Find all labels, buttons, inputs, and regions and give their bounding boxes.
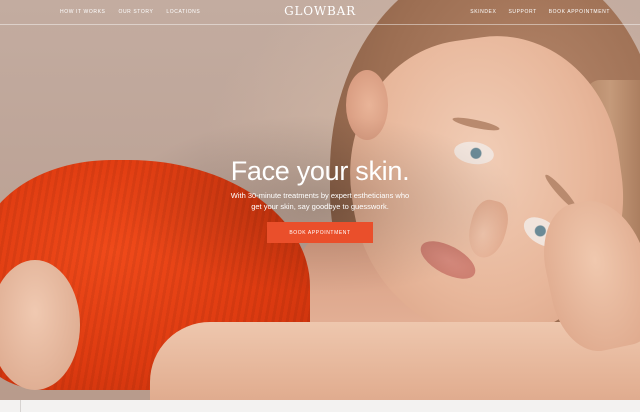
nav-link-how-it-works[interactable]: HOW IT WORKS xyxy=(60,9,105,15)
brand-logo[interactable]: GLOWBAR xyxy=(270,4,370,18)
nav-link-our-story[interactable]: OUR STORY xyxy=(118,9,153,15)
hero-headline: Face your skin. xyxy=(230,156,410,186)
hero-copy: Face your skin. With 30-minute treatment… xyxy=(200,154,440,212)
nav-right-group: SKINDEX SUPPORT BOOK APPOINTMENT xyxy=(458,0,610,24)
nav-left-group: HOW IT WORKS OUR STORY LOCATIONS xyxy=(60,0,213,24)
nav-link-locations[interactable]: LOCATIONS xyxy=(166,9,200,15)
nav-link-book-appointment[interactable]: BOOK APPOINTMENT xyxy=(549,9,610,15)
book-appointment-button[interactable]: BOOK APPOINTMENT xyxy=(267,222,373,243)
hero-subcopy: With 30-minute treatments by expert esth… xyxy=(230,191,410,211)
page: HOW IT WORKS OUR STORY LOCATIONS GLOWBAR… xyxy=(0,0,640,412)
nav-link-skindex[interactable]: SKINDEX xyxy=(470,9,496,15)
nav-link-support[interactable]: SUPPORT xyxy=(508,9,536,15)
next-section-strip xyxy=(0,400,640,412)
divider xyxy=(20,400,21,412)
top-nav: HOW IT WORKS OUR STORY LOCATIONS GLOWBAR… xyxy=(0,0,640,25)
